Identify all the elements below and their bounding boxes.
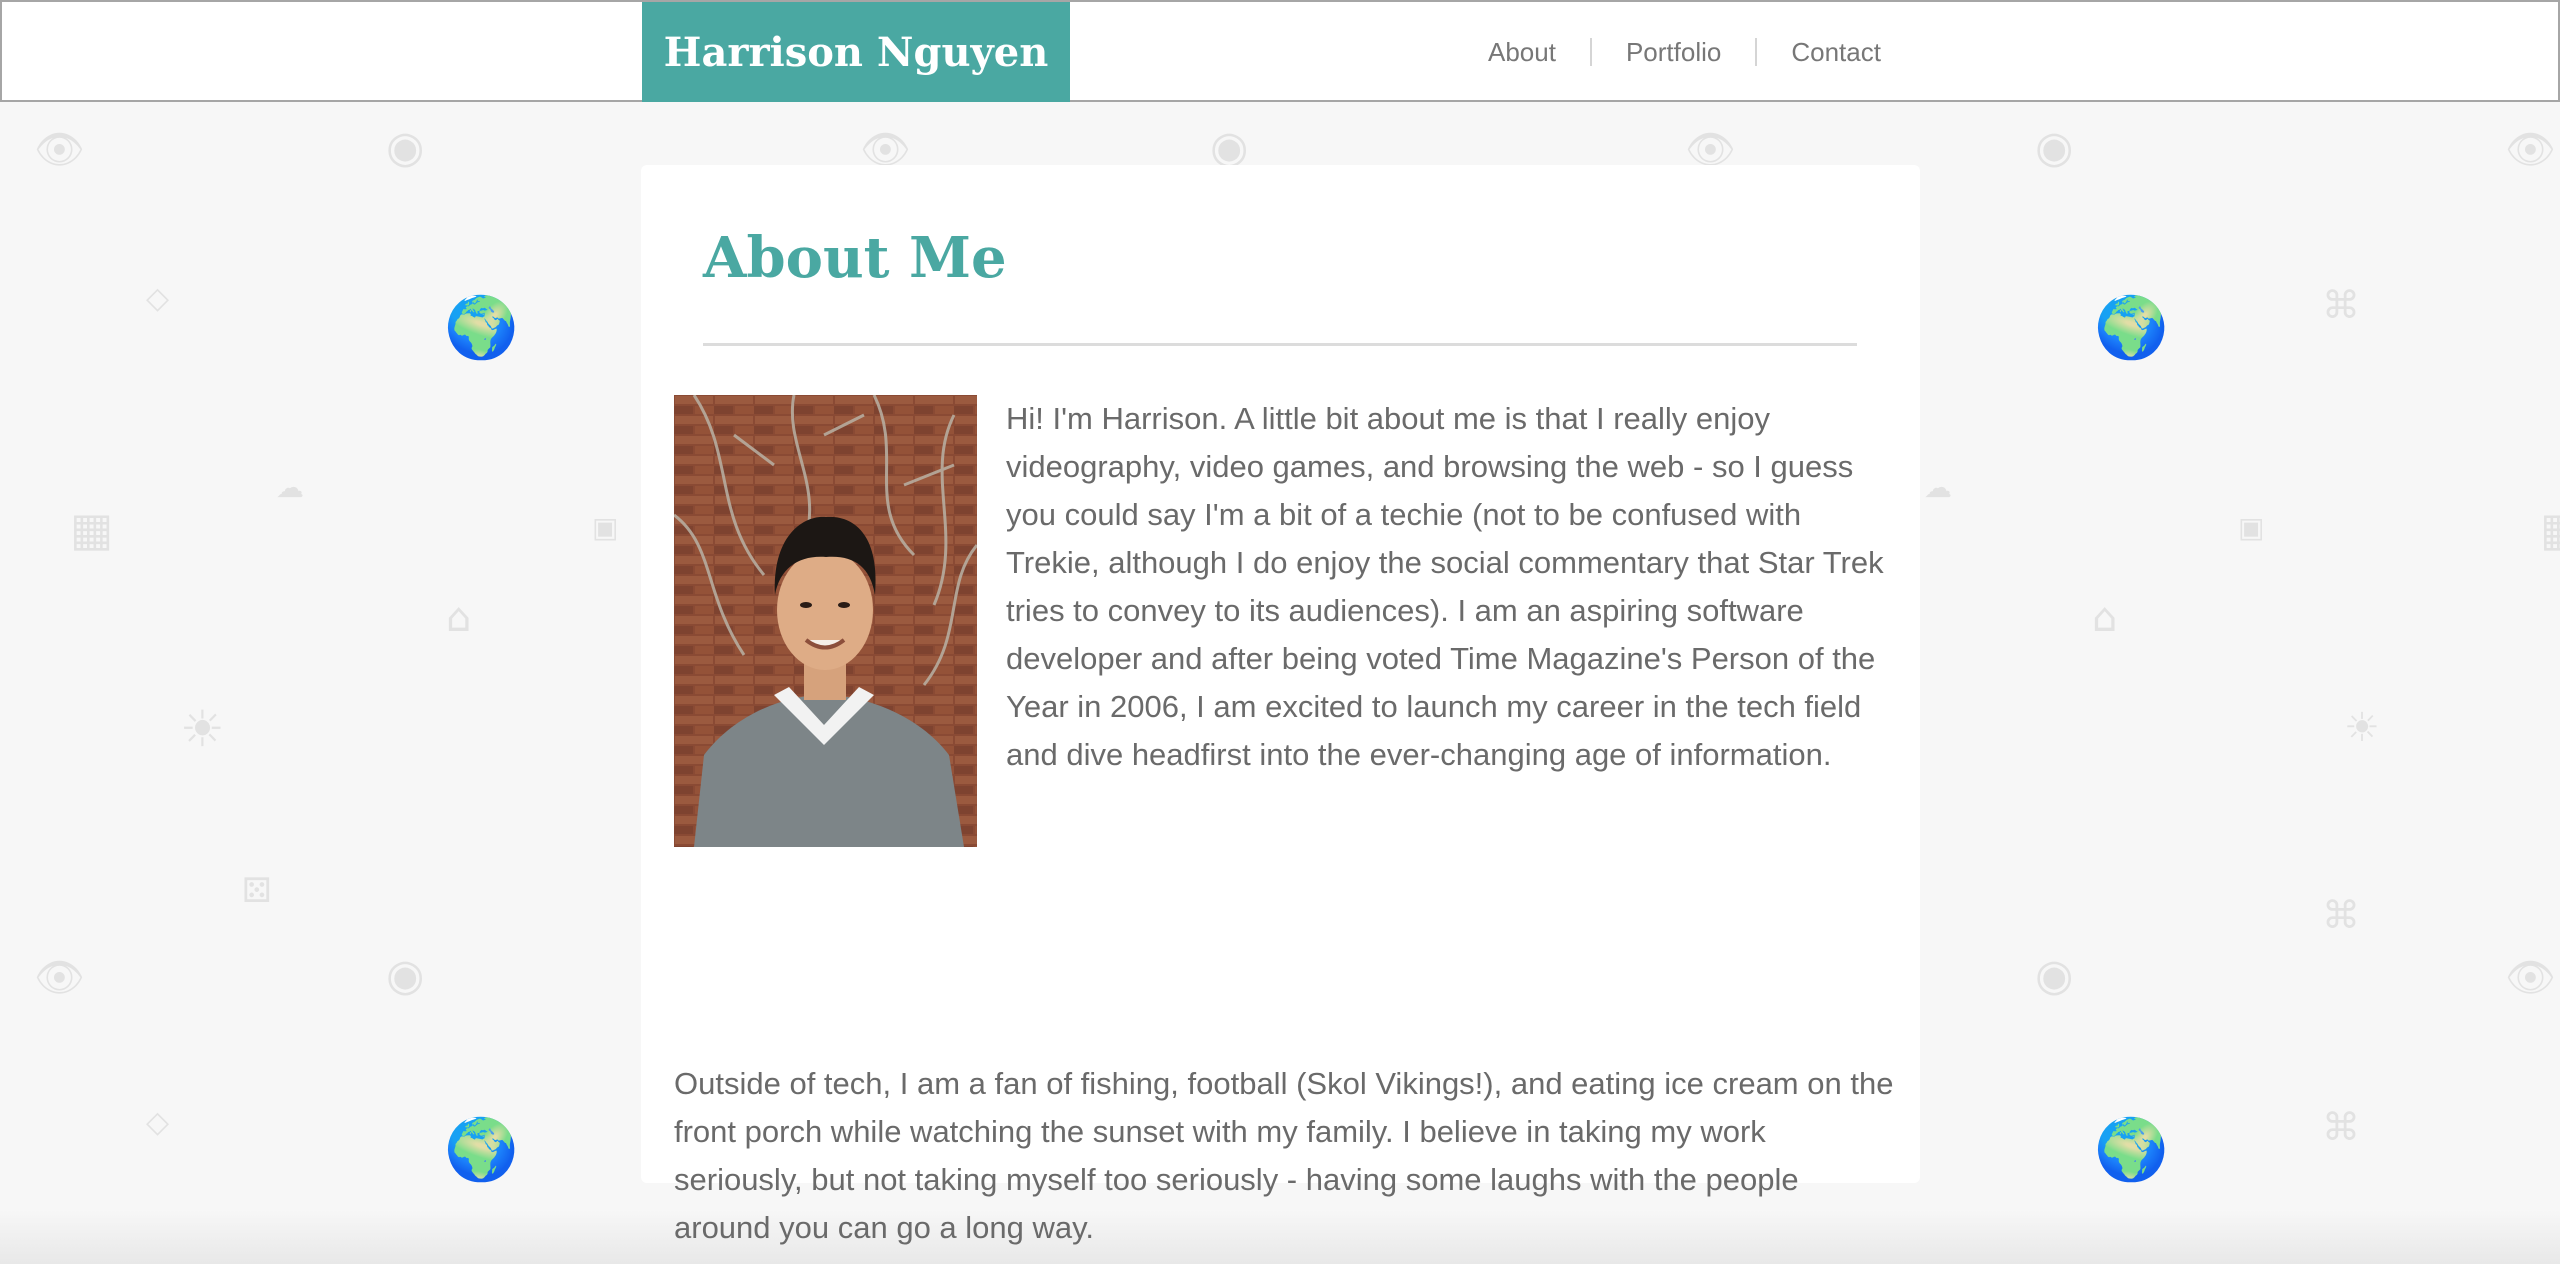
- eye-icon: 👁: [2505, 955, 2556, 1001]
- camera-icon: ⌘: [2322, 283, 2360, 327]
- eye-icon: ◉: [1210, 122, 1249, 173]
- eye-icon: ◉: [2035, 950, 2074, 1001]
- film-icon: ▦: [2540, 506, 2560, 552]
- brand-logo-link[interactable]: Harrison Nguyen: [642, 2, 1070, 102]
- camera-icon: ▣: [592, 511, 619, 544]
- nav-divider: [1755, 38, 1758, 66]
- main-nav: About Portfolio Contact: [1488, 2, 1881, 102]
- diamond-icon: ◇: [146, 281, 170, 316]
- camera-icon: ▣: [2238, 511, 2265, 544]
- nav-link-portfolio[interactable]: Portfolio: [1626, 37, 1721, 68]
- camera-icon: ⌘: [2322, 893, 2360, 937]
- portrait-photo: [674, 395, 977, 847]
- nav-link-about[interactable]: About: [1488, 37, 1556, 68]
- about-paragraph-2: Outside of tech, I am a fan of fishing, …: [674, 1066, 1894, 1245]
- cloud-icon: ☁: [276, 471, 304, 504]
- globe-icon: 🌍: [444, 1115, 519, 1185]
- nav-divider: [1589, 38, 1592, 66]
- eye-icon: 👁: [34, 955, 85, 1001]
- site-header: Harrison Nguyen About Portfolio Contact: [0, 0, 2560, 102]
- cloud-icon: ☁: [1924, 471, 1952, 504]
- sun-icon: ☀: [2344, 705, 2380, 751]
- globe-icon: 🌍: [2094, 1115, 2169, 1185]
- film-icon: ▦: [70, 502, 114, 556]
- eye-icon: 👁: [1685, 127, 1736, 173]
- eye-icon: ◉: [2035, 122, 2074, 173]
- about-card: About Me Hi! I'm Harrison. A little bit …: [641, 165, 1920, 1245]
- sun-icon: ☀: [180, 700, 225, 758]
- house-icon: ⌂: [2092, 595, 2118, 641]
- dice-icon: ⚄: [242, 871, 272, 911]
- diamond-icon: ◇: [146, 1105, 170, 1140]
- nav-link-contact[interactable]: Contact: [1791, 37, 1881, 68]
- eye-icon: ◉: [386, 950, 425, 1001]
- eye-icon: 👁: [34, 127, 85, 173]
- house-icon: ⌂: [446, 595, 472, 641]
- globe-icon: 🌍: [444, 293, 519, 363]
- eye-icon: 👁: [860, 127, 911, 173]
- page-title: About Me: [703, 225, 1007, 291]
- title-divider: [703, 343, 1857, 346]
- camera-icon: ⌘: [2322, 1105, 2360, 1149]
- eye-icon: ◉: [386, 122, 425, 173]
- eye-icon: 👁: [2505, 127, 2556, 173]
- about-paragraph-1: Hi! I'm Harrison. A little bit about me …: [1006, 401, 1884, 772]
- globe-icon: 🌍: [2094, 293, 2169, 363]
